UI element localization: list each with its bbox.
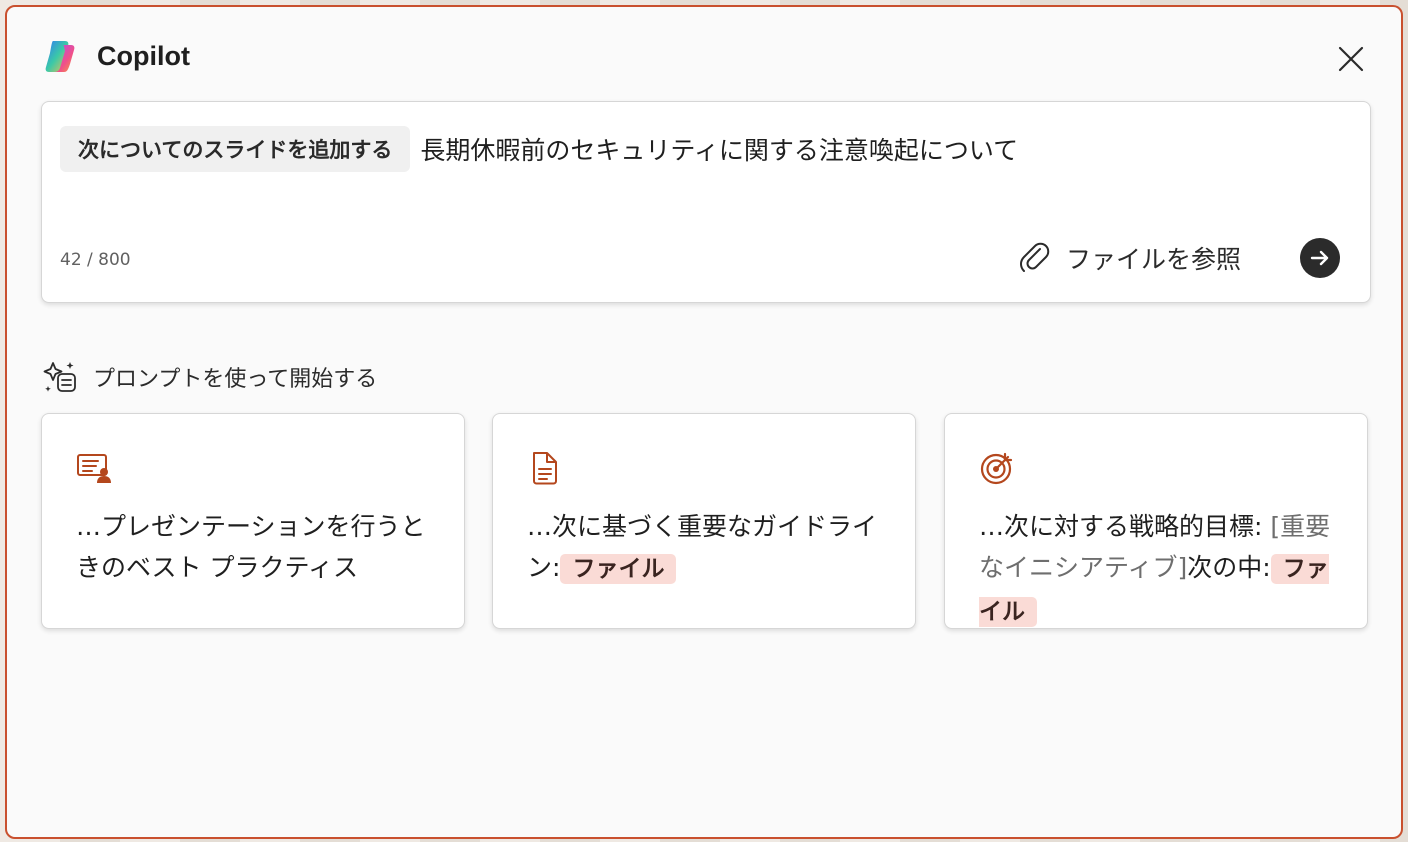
arrow-right-icon bbox=[1310, 250, 1329, 266]
prompt-card-text: …次に基づく重要なガイドライン: ファイル bbox=[527, 506, 889, 590]
document-icon bbox=[533, 452, 557, 485]
prompt-line: 次についてのスライドを追加する 長期休暇前のセキュリティに関する注意喚起について bbox=[60, 126, 1352, 172]
file-tag: ファイル bbox=[560, 554, 677, 584]
prompt-card-best-practices[interactable]: …プレゼンテーションを行うときのベスト プラクティス bbox=[41, 413, 465, 629]
prompt-card-text-tail: 次の中: bbox=[1187, 553, 1271, 582]
close-button[interactable] bbox=[1333, 41, 1369, 77]
close-icon bbox=[1338, 46, 1364, 72]
presentation-person-icon bbox=[77, 454, 111, 483]
paperclip-icon bbox=[1020, 242, 1050, 272]
prompt-card-text: …次に対する戦略的目標: [重要なイニシアティブ]次の中: ファイル bbox=[979, 506, 1341, 633]
send-button[interactable] bbox=[1300, 238, 1340, 278]
dialog-header: Copilot bbox=[7, 7, 1401, 103]
browse-files-button[interactable]: ファイルを参照 bbox=[1020, 238, 1241, 278]
prompt-card-text: …プレゼンテーションを行うときのベスト プラクティス bbox=[76, 512, 426, 582]
copilot-dialog: Copilot 次についてのスライドを追加する 長期休暇前のセキュリティに関する… bbox=[5, 5, 1403, 839]
target-icon bbox=[980, 452, 1013, 485]
prompt-card-guidelines[interactable]: …次に基づく重要なガイドライン: ファイル bbox=[492, 413, 916, 629]
prompt-card-text-main: …次に対する戦略的目標: bbox=[979, 512, 1271, 541]
prompt-input-box[interactable]: 次についてのスライドを追加する 長期休暇前のセキュリティに関する注意喚起について… bbox=[41, 101, 1371, 303]
prompt-section-header: プロンプトを使って開始する bbox=[43, 359, 377, 395]
character-count: 42 / 800 bbox=[60, 250, 131, 270]
prompt-section-title: プロンプトを使って開始する bbox=[93, 367, 378, 392]
copilot-logo-icon bbox=[45, 41, 75, 72]
prompt-text[interactable]: 長期休暇前のセキュリティに関する注意喚起について bbox=[420, 131, 1018, 167]
app-title: Copilot bbox=[97, 41, 190, 71]
command-chip[interactable]: 次についてのスライドを追加する bbox=[60, 126, 411, 172]
prompt-card-strategic-goals[interactable]: …次に対する戦略的目標: [重要なイニシアティブ]次の中: ファイル bbox=[944, 413, 1368, 629]
browse-files-label: ファイルを参照 bbox=[1066, 245, 1242, 274]
sparkle-list-icon bbox=[43, 362, 76, 392]
